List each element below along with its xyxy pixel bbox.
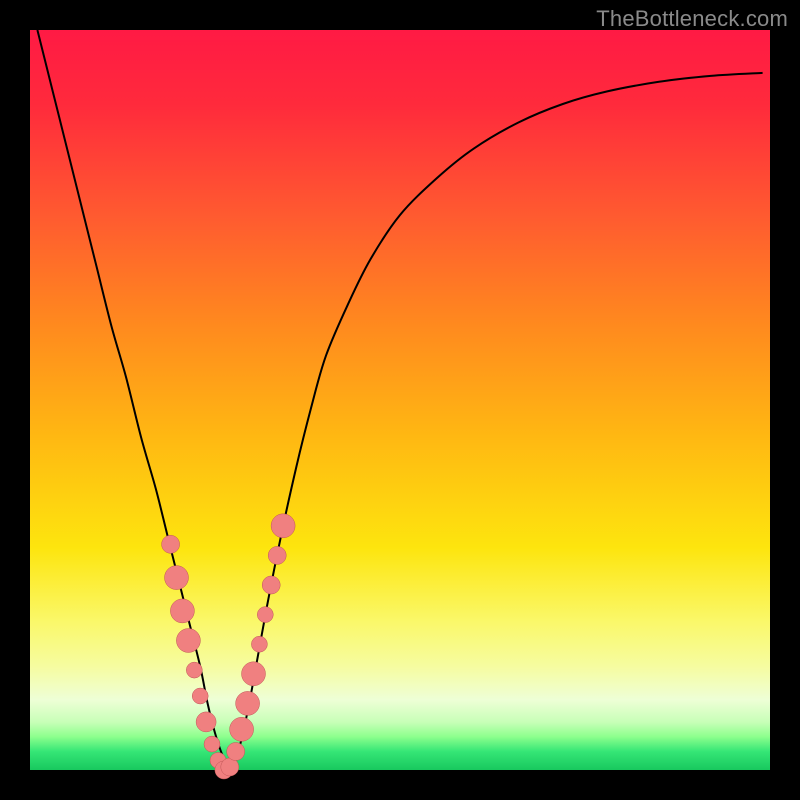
curve-marker <box>251 636 267 652</box>
curve-marker <box>262 576 280 594</box>
curve-marker <box>170 599 194 623</box>
bottleneck-curve <box>37 30 762 770</box>
curve-marker <box>176 629 200 653</box>
curve-marker <box>230 717 254 741</box>
curve-marker <box>204 736 220 752</box>
curve-marker <box>165 566 189 590</box>
curve-marker <box>257 607 273 623</box>
curve-marker <box>242 662 266 686</box>
curve-marker <box>186 662 202 678</box>
chart-svg <box>30 30 770 770</box>
curve-marker <box>268 546 286 564</box>
chart-frame: TheBottleneck.com <box>0 0 800 800</box>
curve-marker <box>271 514 295 538</box>
curve-marker <box>162 535 180 553</box>
curve-marker <box>196 712 216 732</box>
curve-marker <box>192 688 208 704</box>
marker-group <box>162 514 296 779</box>
curve-marker <box>227 743 245 761</box>
watermark-text: TheBottleneck.com <box>596 6 788 32</box>
curve-marker <box>236 691 260 715</box>
